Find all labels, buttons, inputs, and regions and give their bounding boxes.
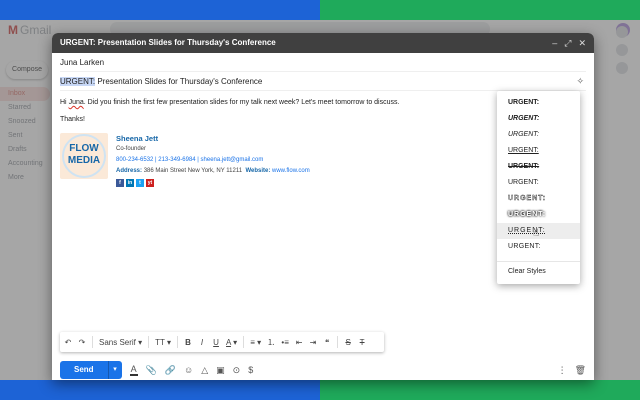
redo-icon[interactable]: ↷ — [78, 338, 86, 347]
menu-item-italic[interactable]: URGENT: — [497, 127, 580, 143]
text-style-menu: URGENT: URGENT: URGENT: URGENT: URGENT: … — [497, 91, 580, 284]
signature-address: 386 Main Street New York, NY 11211 — [143, 168, 243, 174]
font-size-icon[interactable]: TT ▾ — [155, 338, 171, 347]
menu-item-small-caps[interactable]: URGENT: — [497, 175, 580, 191]
clear-formatting-icon[interactable]: T — [358, 338, 366, 347]
emoji-icon[interactable]: ☺ — [184, 365, 193, 375]
undo-icon[interactable]: ↶ — [64, 338, 72, 347]
menu-item-outlined[interactable]: URGENT: — [497, 191, 580, 207]
signature-name: Sheena Jett — [116, 134, 159, 143]
close-icon[interactable]: ✕ — [578, 33, 586, 53]
font-select[interactable]: Sans Serif ▾ — [99, 338, 142, 347]
menu-item-shadowed[interactable]: URGENT: — [497, 207, 580, 223]
to-field[interactable]: Juna Larken — [60, 53, 586, 72]
youtube-icon[interactable]: yt — [146, 179, 154, 187]
subject-selection: URGENT: — [60, 77, 96, 86]
attach-icon[interactable]: 📎 — [146, 365, 157, 376]
twitter-icon[interactable]: t — [136, 179, 144, 187]
send-options-icon[interactable]: ▾ — [107, 361, 122, 379]
signature-email[interactable]: sheena.jett@gmail.com — [201, 157, 264, 163]
menu-item-plain[interactable]: URGENT: — [497, 239, 580, 255]
confidential-icon[interactable]: ⊙ — [233, 365, 241, 376]
numbered-list-icon[interactable]: ⒈ — [267, 337, 275, 348]
flow-media-logo: FLOW MEDIA — [60, 133, 108, 179]
formatting-toolbar: ↶ ↷ Sans Serif ▾ TT ▾ B I U A ▾ ≡ ▾ ⒈ •≡… — [60, 332, 384, 352]
bulleted-list-icon[interactable]: •≡ — [281, 338, 289, 347]
formatting-options-icon[interactable]: A — [129, 364, 138, 376]
text-color-icon[interactable]: A ▾ — [226, 338, 237, 347]
photo-icon[interactable]: ▣ — [216, 365, 225, 376]
signature-info: Sheena Jett Co-founder 800-234-6532 | 21… — [116, 134, 310, 187]
strikethrough-icon[interactable]: S — [344, 338, 352, 347]
indent-less-icon[interactable]: ⇤ — [295, 338, 303, 347]
signature-title: Co-founder — [116, 146, 147, 152]
italic-icon[interactable]: I — [198, 338, 206, 347]
menu-item-bold[interactable]: URGENT: — [497, 95, 580, 111]
hand-cursor-icon: ☝ — [533, 228, 540, 239]
minimize-icon[interactable]: – — [552, 33, 557, 53]
signature-phones[interactable]: 800-234-6532 | 213-349-6984 | — [116, 157, 199, 163]
bold-icon[interactable]: B — [184, 338, 192, 347]
recipient-chip[interactable]: Juna Larken — [60, 58, 104, 67]
more-options-icon[interactable]: ⋮ — [558, 365, 567, 376]
facebook-icon[interactable]: f — [116, 179, 124, 187]
menu-item-bold-italic[interactable]: URGENT: — [497, 111, 580, 127]
quote-icon[interactable]: ❝ — [323, 338, 331, 347]
dollar-icon[interactable]: $ — [248, 365, 253, 375]
signature-website[interactable]: www.flow.com — [272, 168, 310, 174]
subject-text: Presentation Slides for Thursday's Confe… — [95, 77, 263, 86]
send-button[interactable]: Send ▾ — [60, 361, 122, 379]
menu-item-strikethrough[interactable]: URGENT: — [497, 159, 580, 175]
trash-icon[interactable]: 🗑 — [575, 365, 586, 376]
bottom-bar: Send ▾ A 📎 🔗 ☺ △ ▣ ⊙ $ ⋮ 🗑 — [60, 360, 586, 380]
drive-icon[interactable]: △ — [201, 365, 208, 376]
subject-field[interactable]: URGENT: Presentation Slides for Thursday… — [60, 72, 586, 91]
menu-item-clear-styles[interactable]: Clear Styles — [497, 264, 580, 280]
linkedin-icon[interactable]: in — [126, 179, 134, 187]
magic-wand-icon[interactable]: ✧ — [576, 72, 584, 91]
compose-title: URGENT: Presentation Slides for Thursday… — [60, 38, 276, 47]
link-icon[interactable]: 🔗 — [165, 365, 176, 376]
compose-header: URGENT: Presentation Slides for Thursday… — [52, 33, 594, 53]
misspelled-word: Juna — [68, 99, 84, 106]
indent-more-icon[interactable]: ⇥ — [309, 338, 317, 347]
underline-icon[interactable]: U — [212, 338, 220, 347]
menu-divider — [497, 261, 580, 262]
align-icon[interactable]: ≡ ▾ — [250, 338, 261, 347]
expand-icon[interactable]: ⤢ — [564, 33, 571, 53]
menu-item-underline[interactable]: URGENT: — [497, 143, 580, 159]
